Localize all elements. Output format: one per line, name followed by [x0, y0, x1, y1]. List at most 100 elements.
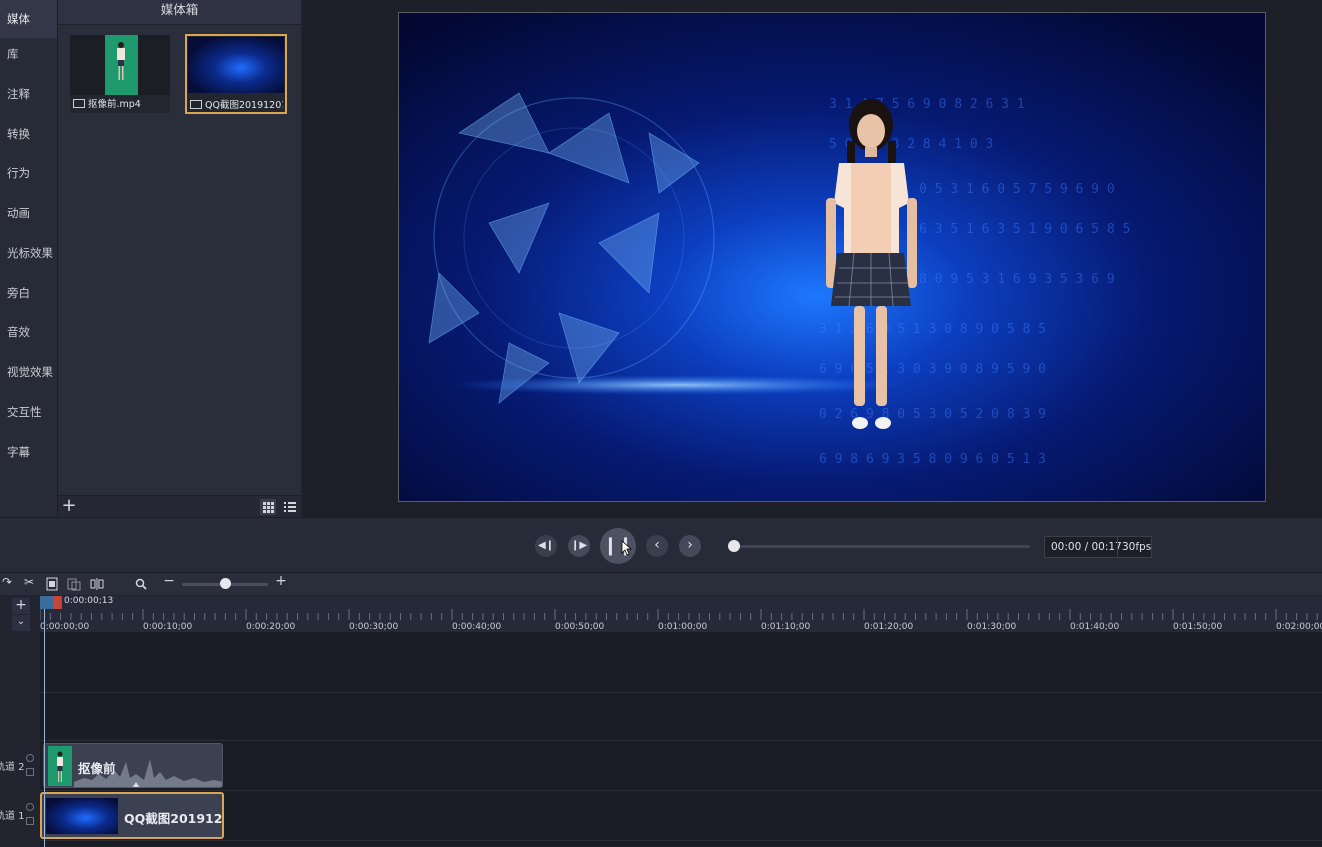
ruler-tick-label: 0:00:50;00: [555, 622, 605, 632]
track-separator: [40, 790, 1322, 791]
media-item-label: 抠像前.mp4: [73, 96, 168, 112]
mouse-cursor-icon: [621, 540, 633, 556]
next-marker-button[interactable]: ›: [679, 535, 701, 557]
chevron-down-icon: ⌄: [16, 616, 26, 627]
image-thumbnail: [188, 37, 284, 93]
track-1-lock-icon[interactable]: [26, 817, 34, 825]
copy-icon[interactable]: [45, 577, 59, 591]
time-display: 00:00 / 00:17 30fps: [1044, 536, 1152, 558]
paste-icon[interactable]: [67, 577, 81, 591]
step-forward-icon: ❙▶: [570, 540, 588, 551]
ruler-tick-label: 0:00:30;00: [349, 622, 399, 632]
step-back-button[interactable]: ◀❙: [535, 535, 557, 557]
collapse-tracks-button[interactable]: ⌄: [12, 615, 30, 631]
scrub-bar[interactable]: [730, 545, 1030, 548]
playback-controls: ◀❙ ❙▶ ❙❙ ‹ › 00:00 / 00:17 30fps: [0, 517, 1322, 573]
media-item-label: QQ截图201912011...: [190, 97, 283, 113]
media-bin-footer: +: [58, 495, 301, 518]
svg-text:8 0 9 5 3 1 6 9 3 5 3 6 9: 8 0 9 5 3 1 6 9 3 5 3 6 9: [919, 272, 1115, 287]
zoom-icon: [134, 575, 148, 593]
current-time: 00:00 / 00:17: [1051, 541, 1122, 553]
svg-text:6 3 5 1 6 3 5 1 9 0 6 5 8 5: 6 3 5 1 6 3 5 1 9 0 6 5 8 5: [919, 222, 1130, 237]
svg-text:0 2 6 9 8 0 5 3 0 5 2 0 8 3 9: 0 2 6 9 8 0 5 3 0 5 2 0 8 3 9: [819, 407, 1046, 422]
scrub-handle[interactable]: [728, 540, 740, 552]
ruler-tick-label: 0:01:20;00: [864, 622, 914, 632]
preview-canvas-area: 3 1 4 7 5 6 9 0 8 2 6 3 1 5 0 6 9 3 2 8 …: [302, 0, 1322, 517]
ruler-tick-label: 0:02:00;00: [1276, 622, 1322, 632]
nav-item-behaviors[interactable]: 行为: [0, 154, 57, 192]
clip-video-keying[interactable]: 抠像前: [43, 743, 223, 788]
nav-item-animations[interactable]: 动画: [0, 194, 57, 232]
clip-thumbnail: [48, 746, 72, 786]
playhead-marker: [53, 596, 61, 609]
step-back-icon: ◀❙: [537, 540, 555, 551]
image-file-icon: [190, 100, 202, 109]
ruler-tick-label: 0:01:40;00: [1070, 622, 1120, 632]
clip-thumbnail: [46, 798, 118, 834]
track-header-gutter: + ⌄ 轨道 2 轨道 1: [0, 596, 41, 847]
nav-item-captions[interactable]: 字幕: [0, 433, 57, 471]
media-bin-panel: 媒体箱 抠像前.mp4 QQ截图201912011... +: [58, 0, 301, 518]
add-media-icon[interactable]: +: [60, 496, 78, 518]
track-separator: [40, 692, 1322, 693]
track-separator: [40, 840, 1322, 841]
list-view-icon[interactable]: [282, 499, 298, 515]
media-item-video[interactable]: 抠像前.mp4: [69, 34, 171, 114]
ruler-tick-label: 0:00:20;00: [246, 622, 296, 632]
track-2-label: 轨道 2: [0, 762, 25, 773]
svg-text:6 9 0 5 1 3 0 3 9 0 8 9 5 9 0: 6 9 0 5 1 3 0 3 9 0 8 9 5 9 0: [819, 362, 1046, 377]
zoom-out-button[interactable]: −: [162, 573, 176, 593]
track-1-visibility-icon[interactable]: [26, 803, 34, 811]
previous-marker-button[interactable]: ‹: [646, 535, 668, 557]
preview-canvas[interactable]: 3 1 4 7 5 6 9 0 8 2 6 3 1 5 0 6 9 3 2 8 …: [398, 12, 1266, 502]
fps-display: 30fps: [1122, 541, 1152, 553]
nav-item-cursor-effects[interactable]: 光标效果: [0, 234, 57, 272]
svg-text:6 9 8 6 9 3 5 8 0 9 6 0 5 1 3: 6 9 8 6 9 3 5 8 0 9 6 0 5 1 3: [819, 452, 1046, 467]
svg-text:0 5 3 1 6 0 5 7 5 9 6 9 0: 0 5 3 1 6 0 5 7 5 9 6 9 0: [919, 182, 1115, 197]
nav-item-visual-effects[interactable]: 视觉效果: [0, 353, 57, 391]
nav-item-interactivity[interactable]: 交互性: [0, 393, 57, 431]
timeline-ruler[interactable]: 0:00:00;00 0:00:10;00 0:00:20;00 0:00:30;00…: [40, 596, 1322, 632]
clip-background-image[interactable]: QQ截图20191201: [40, 792, 224, 839]
split-icon[interactable]: [90, 577, 104, 591]
clip-label: QQ截图20191201: [124, 811, 223, 826]
track-1-label: 轨道 1: [0, 811, 25, 822]
media-item-image[interactable]: QQ截图201912011...: [185, 34, 287, 114]
zoom-in-button[interactable]: +: [274, 573, 288, 593]
ruler-tick-label: 0:00:10;00: [143, 622, 193, 632]
add-track-button[interactable]: +: [12, 598, 30, 614]
track-2-visibility-icon[interactable]: [26, 754, 34, 762]
nav-item-narration[interactable]: 旁白: [0, 274, 57, 312]
step-forward-button[interactable]: ❙▶: [568, 535, 590, 557]
nav-item-media[interactable]: 媒体: [0, 0, 57, 38]
clip-label: 抠像前: [78, 761, 116, 776]
playhead-line: [44, 609, 45, 847]
ruler-tick-label: 0:01:10;00: [761, 622, 811, 632]
media-bin-title: 媒体箱: [58, 0, 301, 25]
chevron-left-icon: ‹: [654, 537, 660, 553]
grid-view-icon[interactable]: [260, 499, 276, 515]
nav-item-annotations[interactable]: 注释: [0, 75, 57, 113]
timeline-toolbar: ↷ ✂ − +: [0, 573, 1322, 595]
nav-item-audio-effects[interactable]: 音效: [0, 313, 57, 351]
playhead-time: 0:00:00;13: [64, 596, 114, 606]
ruler-tick-label: 0:00:40;00: [452, 622, 502, 632]
ruler-tick-label: 0:01:50;00: [1173, 622, 1223, 632]
cut-icon[interactable]: ✂: [22, 575, 36, 593]
timeline-tracks: 抠像前 QQ截图20191201: [40, 632, 1322, 847]
track-2-lock-icon[interactable]: [26, 768, 34, 776]
left-nav: 媒体 库 注释 转换 行为 动画 光标效果 旁白 音效 视觉效果 交互性 字幕: [0, 0, 58, 517]
zoom-slider-handle[interactable]: [220, 578, 231, 589]
background-image: 3 1 4 7 5 6 9 0 8 2 6 3 1 5 0 6 9 3 2 8 …: [399, 13, 1265, 501]
chevron-right-icon: ›: [687, 537, 693, 553]
ruler-tick-label: 0:01:00;00: [658, 622, 708, 632]
video-file-icon: [73, 99, 85, 108]
video-thumbnail: [70, 35, 170, 95]
ruler-tick-label: 0:01:30;00: [967, 622, 1017, 632]
svg-text:3 1 3 6 0 5 1 3 0 8 9 0 5 8 5: 3 1 3 6 0 5 1 3 0 8 9 0 5 8 5: [819, 322, 1046, 337]
nav-item-transitions[interactable]: 转换: [0, 115, 57, 153]
nav-item-library[interactable]: 库: [0, 35, 57, 73]
redo-icon[interactable]: ↷: [0, 575, 14, 593]
ruler-tick-label: 0:00:00;00: [40, 622, 90, 632]
track-separator: [40, 740, 1322, 741]
